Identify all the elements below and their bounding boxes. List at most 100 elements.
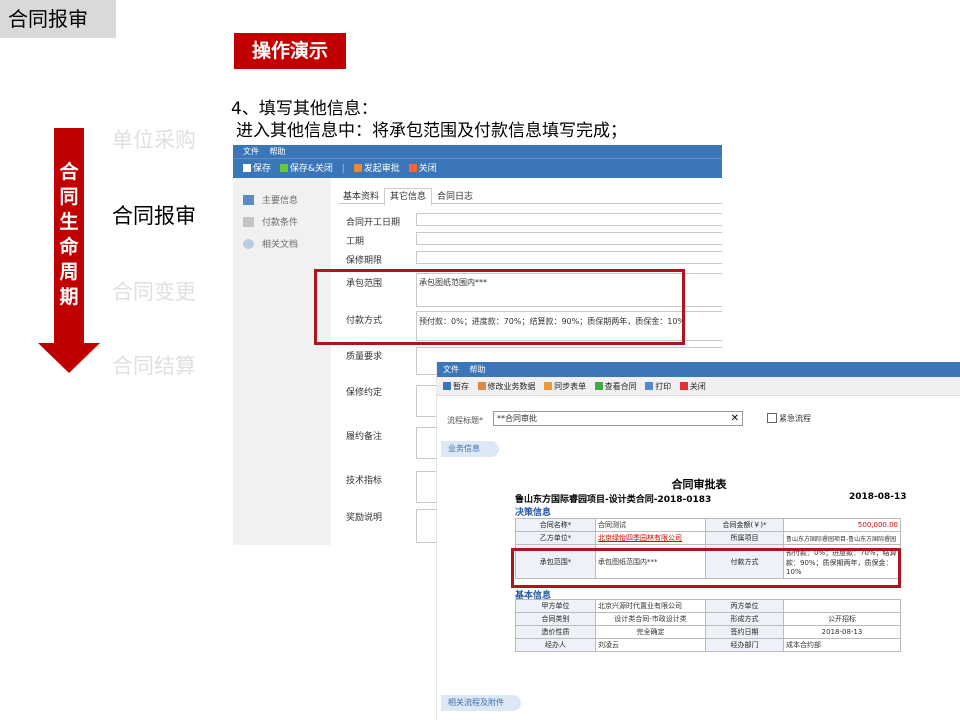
menu-bar-2: 文件 帮助 [437, 362, 960, 377]
urgent-checkbox[interactable] [767, 413, 777, 423]
save-close-button[interactable]: 保存&关闭 [279, 164, 333, 174]
partyc-value [783, 599, 901, 613]
lifecycle-arrow-head [38, 343, 100, 373]
edit-icon [477, 382, 486, 390]
payment-icon [243, 217, 254, 227]
highlight-box-window2 [511, 548, 901, 588]
sidebar-item-documents[interactable]: 相关文档 [233, 234, 331, 256]
reward-label: 奖励说明 [346, 513, 383, 523]
tech-label: 技术指标 [346, 476, 383, 486]
table-row: 合同名称* 合同测试 合同金额(￥)* 500,000.00 [515, 518, 901, 532]
close-button[interactable]: 关闭 [408, 164, 437, 174]
approval-window: 文件 帮助 暂存 修改业务数据 同步表单 查看合同 打印 关闭 流程标题* **… [436, 362, 960, 720]
partya-value: 北京兴源时代置业有限公司 [595, 599, 706, 613]
partyb-value: 北京绿怡四季园林有限公司 [595, 531, 706, 545]
sidebar-item-payment-terms[interactable]: 付款条件 [233, 212, 331, 234]
tab-bar: 基本资料 其它信息 合同日志 [338, 188, 722, 206]
contract-name-value: 合同测试 [595, 518, 706, 532]
dept-value: 成本合约部 [783, 638, 901, 652]
warranty-period-label: 保修期限 [346, 256, 383, 266]
category-value: 设计类合同-市政设计类 [595, 612, 706, 626]
price-label: 造价性质 [515, 625, 596, 639]
start-date-label: 合同开工日期 [346, 218, 401, 228]
form-value: 公开招标 [783, 612, 901, 626]
view-icon [594, 382, 603, 390]
form-label: 形成方式 [705, 612, 784, 626]
save-icon [243, 164, 251, 172]
menu-help-2[interactable]: 帮助 [470, 365, 486, 374]
temp-save-button[interactable]: 暂存 [443, 382, 469, 391]
business-info-tab[interactable]: 业务信息 [441, 441, 499, 457]
close-icon [408, 164, 417, 172]
close-icon [679, 382, 688, 390]
print-button[interactable]: 打印 [645, 382, 671, 391]
menu-file[interactable]: 文件 [243, 147, 259, 156]
tab-other-info[interactable]: 其它信息 [384, 188, 433, 206]
table-row: 乙方单位* 北京绿怡四季园林有限公司 所属项目 鲁山东方国际睿园项目-鲁山东方国… [515, 531, 901, 545]
amount-label: 合同金额(￥)* [722, 521, 767, 529]
start-approval-button[interactable]: 发起审批 [353, 164, 400, 174]
menu-file-2[interactable]: 文件 [443, 365, 459, 374]
table-row: 经办人 刘凌云 经办部门 成本合约部 [515, 638, 901, 652]
related-flows-tab[interactable]: 相关流程及附件 [441, 695, 521, 711]
sign-label: 签约日期 [705, 625, 784, 639]
save-button[interactable]: 保存 [243, 164, 271, 174]
form-date: 2018-08-13 [849, 492, 907, 502]
urgent-label: 紧急流程 [779, 414, 811, 423]
highlight-box-window1 [314, 269, 685, 345]
sidebar: 主要信息 付款条件 相关文档 [233, 178, 331, 545]
menu-help[interactable]: 帮助 [270, 147, 286, 156]
partyc-label: 丙方单位 [705, 599, 784, 613]
contract-name-label: 合同名称* [539, 521, 572, 529]
price-value: 完全确定 [595, 625, 706, 639]
decision-section: 决策信息 [515, 508, 552, 518]
tab-basic-info[interactable]: 基本资料 [338, 189, 384, 205]
documents-icon [243, 239, 254, 249]
project-label: 所属项目 [730, 534, 759, 542]
flow-title-input[interactable]: **合同审批 ✕ [493, 411, 743, 426]
sidebar-item-main-info[interactable]: 主要信息 [233, 190, 331, 212]
print-icon [645, 382, 654, 390]
partyb-label: 乙方单位* [539, 534, 572, 542]
form-project: 鲁山东方国际睿园项目-设计类合同-2018-0183 [515, 495, 712, 505]
lifecycle-label: 合同生命周期 [59, 161, 79, 308]
lifecycle-stage-settlement: 合同结算 [112, 354, 196, 378]
flow-title-value: **合同审批 [497, 414, 537, 423]
flow-title-label: 流程标题* [447, 416, 483, 425]
lifecycle-stage-review: 合同报审 [112, 204, 196, 228]
sync-form-button[interactable]: 同步表单 [544, 382, 586, 391]
lifecycle-stage-change: 合同变更 [112, 280, 196, 304]
form-title: 合同审批表 [671, 478, 727, 491]
start-date-field[interactable] [416, 213, 722, 226]
step-description: 进入其他信息中：将承包范围及付款信息填写完成； [236, 121, 627, 141]
close-button-2[interactable]: 关闭 [679, 382, 706, 391]
warranty-period-field[interactable] [416, 251, 722, 264]
dept-label: 经办部门 [705, 638, 784, 652]
basic-table: 甲方单位 北京兴源时代置业有限公司 丙方单位 合同类别 设计类合同-市政设计类 … [515, 599, 901, 652]
notes-label: 履约备注 [346, 432, 383, 442]
tab-contract-log[interactable]: 合同日志 [432, 189, 478, 205]
demo-badge: 操作演示 [234, 33, 346, 69]
lifecycle-stage-purchase: 单位采购 [112, 128, 196, 152]
edit-data-button[interactable]: 修改业务数据 [477, 382, 536, 391]
main-info-icon [243, 195, 254, 205]
clear-icon[interactable]: ✕ [731, 412, 739, 425]
handler-label: 经办人 [515, 638, 596, 652]
amount-value: 500,000.00 [783, 518, 901, 532]
table-row: 甲方单位 北京兴源时代置业有限公司 丙方单位 [515, 599, 901, 613]
project-value: 鲁山东方国际睿园项目-鲁山东方国际睿园 [783, 531, 901, 545]
warranty-terms-label: 保修约定 [346, 388, 383, 398]
table-row: 合同类别 设计类合同-市政设计类 形成方式 公开招标 [515, 612, 901, 626]
menu-bar: 文件 帮助 [233, 145, 722, 158]
toolbar: 保存 保存&关闭 | 发起审批 关闭 [233, 158, 722, 178]
page-title: 合同报审 [0, 0, 116, 38]
period-label: 工期 [346, 237, 365, 247]
quality-label: 质量要求 [346, 352, 383, 362]
handler-value: 刘凌云 [595, 638, 706, 652]
toolbar-2: 暂存 修改业务数据 同步表单 查看合同 打印 关闭 [437, 377, 960, 396]
sync-icon [544, 382, 553, 390]
sign-value: 2018-08-13 [783, 625, 901, 639]
period-field[interactable] [416, 232, 722, 245]
partya-label: 甲方单位 [515, 599, 596, 613]
view-contract-button[interactable]: 查看合同 [594, 382, 637, 391]
